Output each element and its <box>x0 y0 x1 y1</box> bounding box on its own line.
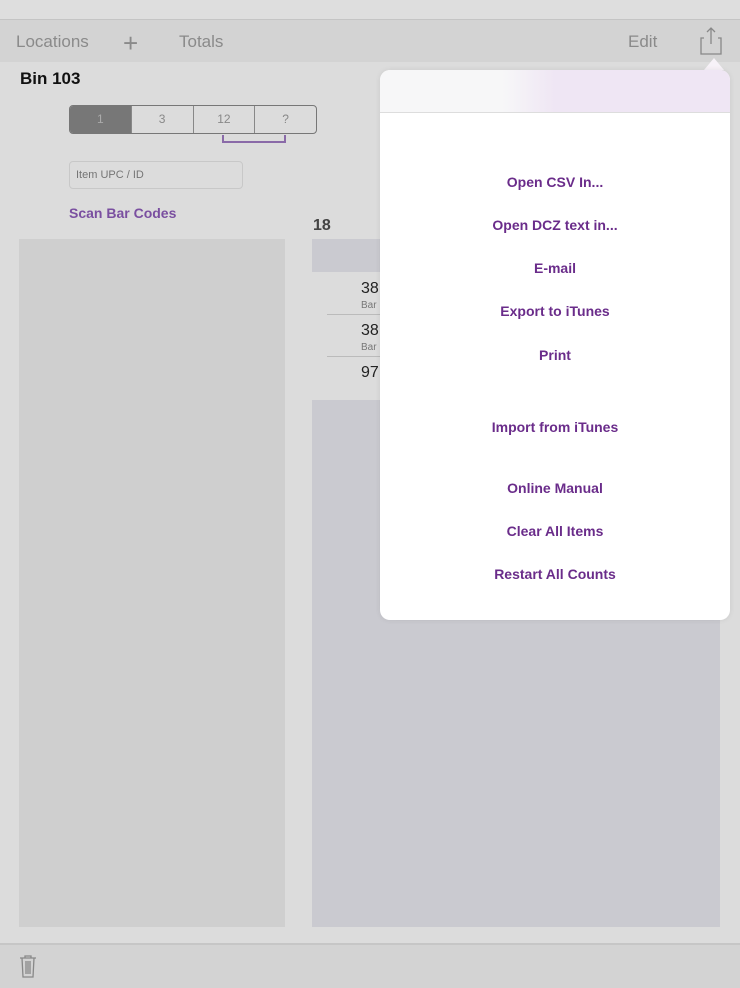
share-popover: Open CSV In... Open DCZ text in... E-mai… <box>380 70 730 620</box>
menu-online-manual[interactable]: Online Manual <box>380 480 730 496</box>
upc-input[interactable] <box>69 161 243 189</box>
status-bar <box>0 0 740 20</box>
menu-export-itunes[interactable]: Export to iTunes <box>380 303 730 319</box>
menu-email[interactable]: E-mail <box>380 260 730 276</box>
list-item-sub: Bar <box>361 300 377 311</box>
share-icon[interactable] <box>700 26 722 56</box>
segment-1[interactable]: 1 <box>70 106 131 133</box>
trash-icon[interactable] <box>19 954 37 978</box>
menu-print[interactable]: Print <box>380 347 730 363</box>
menu-open-csv[interactable]: Open CSV In... <box>380 174 730 190</box>
list-item-sub: Bar <box>361 342 377 353</box>
segment-unknown[interactable]: ? <box>254 106 316 133</box>
segment-12[interactable]: 12 <box>192 106 255 133</box>
menu-clear-all[interactable]: Clear All Items <box>380 523 730 539</box>
locations-button[interactable]: Locations <box>16 32 89 52</box>
divider <box>327 314 387 315</box>
scan-bar-codes-link[interactable]: Scan Bar Codes <box>69 205 176 221</box>
totals-button[interactable]: Totals <box>179 32 223 52</box>
menu-restart-counts[interactable]: Restart All Counts <box>380 566 730 582</box>
list-item-value[interactable]: 97 <box>361 364 379 382</box>
bin-title: Bin 103 <box>20 69 81 88</box>
list-item-value[interactable]: 38 <box>361 322 379 340</box>
quantity-segmented-control: 1 3 12 ? <box>69 105 317 134</box>
locations-panel <box>19 239 285 927</box>
item-count: 18 <box>313 217 331 234</box>
divider <box>327 356 387 357</box>
edit-button[interactable]: Edit <box>628 32 657 52</box>
popover-arrow <box>704 58 724 70</box>
segment-bracket <box>222 135 286 143</box>
menu-open-dcz[interactable]: Open DCZ text in... <box>380 217 730 233</box>
popover-header <box>380 70 730 113</box>
segment-3[interactable]: 3 <box>130 106 193 133</box>
bottom-toolbar <box>0 943 740 988</box>
nav-bar: Locations + Totals Edit <box>0 20 740 62</box>
plus-icon[interactable]: + <box>123 28 138 59</box>
list-item-value[interactable]: 38 <box>361 280 379 298</box>
menu-import-itunes[interactable]: Import from iTunes <box>380 419 730 435</box>
